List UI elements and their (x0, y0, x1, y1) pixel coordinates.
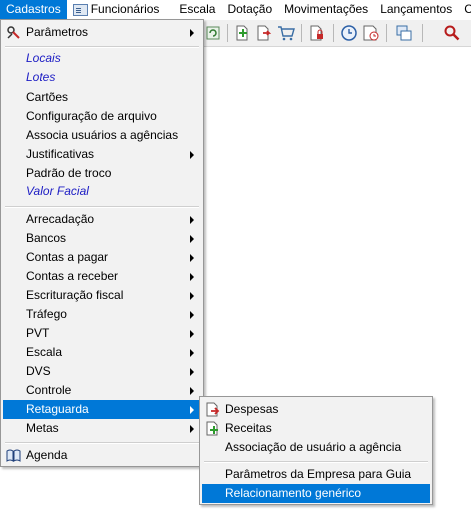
menu-item-lotes[interactable]: Lotes (3, 68, 201, 87)
menu-more[interactable]: C (458, 0, 471, 19)
menu-item-valor-facial[interactable]: Valor Facial (3, 182, 201, 201)
clock-icon[interactable] (340, 24, 358, 42)
submenu-arrow-icon (190, 330, 194, 338)
submenu-arrow-icon (190, 311, 194, 319)
submenu-arrow-icon (190, 29, 194, 37)
menu-item-bancos[interactable]: Bancos (3, 229, 201, 248)
menu-funcionarios[interactable]: Funcionários (67, 0, 166, 19)
submenu-arrow-icon (190, 368, 194, 376)
menu-separator (5, 442, 199, 444)
menu-item-metas[interactable]: Metas (3, 419, 201, 438)
menu-item-retaguarda[interactable]: Retaguarda (3, 400, 201, 419)
copy-window-icon[interactable] (395, 24, 413, 42)
submenu-item-parametros-empresa-guia[interactable]: Parâmetros da Empresa para Guia (202, 465, 430, 484)
menu-separator (204, 461, 428, 463)
toolbar-separator (301, 24, 302, 42)
menu-item-contas-a-pagar[interactable]: Contas a pagar (3, 248, 201, 267)
toolbar-separator (422, 24, 423, 42)
menu-item-cartoes[interactable]: Cartões (3, 88, 201, 107)
export-document-icon[interactable] (255, 24, 273, 42)
menu-item-trafego[interactable]: Tráfego (3, 305, 201, 324)
income-icon (206, 421, 218, 436)
refresh-icon[interactable] (204, 24, 222, 42)
menu-item-contas-a-receber[interactable]: Contas a receber (3, 267, 201, 286)
submenu-arrow-icon (190, 349, 194, 357)
menubar: Cadastros Funcionários Escala Dotação Mo… (0, 0, 471, 19)
menu-movimentacoes[interactable]: Movimentações (278, 0, 374, 19)
submenu-arrow-icon (190, 387, 194, 395)
menu-item-locais[interactable]: Locais (3, 49, 201, 68)
submenu-item-relacionamento-generico[interactable]: Relacionamento genérico (202, 484, 430, 503)
menu-escala[interactable]: Escala (165, 0, 221, 19)
menu-item-configuracao-de-arquivo[interactable]: Configuração de arquivo (3, 107, 201, 126)
toolbar-separator (227, 24, 228, 42)
submenu-arrow-icon (190, 273, 194, 281)
submenu-arrow-icon (190, 406, 194, 414)
submenu-arrow-icon (190, 216, 194, 224)
submenu-arrow-icon (190, 151, 194, 159)
add-document-icon[interactable] (233, 24, 251, 42)
menu-item-associa-usuarios[interactable]: Associa usuários a agências (3, 126, 201, 145)
submenu-item-receitas[interactable]: Receitas (202, 419, 430, 438)
parameters-icon (7, 26, 20, 39)
retaguarda-submenu: Despesas Receitas Associação de usuário … (199, 396, 433, 505)
menu-item-escala[interactable]: Escala (3, 343, 201, 362)
menu-separator (5, 46, 199, 48)
lock-document-icon[interactable] (308, 24, 326, 42)
menu-dotacao[interactable]: Dotação (221, 0, 278, 19)
menu-item-parametros[interactable]: Parâmetros (3, 23, 201, 42)
submenu-arrow-icon (190, 292, 194, 300)
submenu-arrow-icon (190, 425, 194, 433)
menu-item-pvt[interactable]: PVT (3, 324, 201, 343)
menu-item-padrao-de-troco[interactable]: Padrão de troco (3, 164, 201, 183)
submenu-arrow-icon (190, 254, 194, 262)
menu-item-dvs[interactable]: DVS (3, 362, 201, 381)
menu-item-controle[interactable]: Controle (3, 381, 201, 400)
menu-cadastros[interactable]: Cadastros (0, 0, 67, 19)
menu-item-justificativas[interactable]: Justificativas (3, 145, 201, 164)
toolbar-separator (386, 24, 387, 42)
schedule-icon[interactable] (362, 24, 380, 42)
book-icon (6, 449, 21, 462)
menu-item-escrituracao-fiscal[interactable]: Escrituração fiscal (3, 286, 201, 305)
cadastros-dropdown: Parâmetros Locais Lotes Cartões Configur… (0, 19, 204, 467)
menu-lancamentos[interactable]: Lançamentos (374, 0, 458, 19)
menu-separator (5, 206, 199, 208)
menu-item-agenda[interactable]: Agenda (3, 446, 201, 465)
toolbar (200, 20, 471, 47)
id-card-icon (72, 3, 88, 16)
shopping-cart-icon[interactable] (277, 24, 295, 42)
toolbar-separator (333, 24, 334, 42)
submenu-item-associacao-usuario-agencia[interactable]: Associação de usuário a agência (202, 438, 430, 457)
menu-item-arrecadacao[interactable]: Arrecadação (3, 210, 201, 229)
search-icon[interactable] (443, 24, 461, 42)
expense-icon (206, 402, 220, 417)
submenu-arrow-icon (190, 235, 194, 243)
submenu-item-despesas[interactable]: Despesas (202, 400, 430, 419)
